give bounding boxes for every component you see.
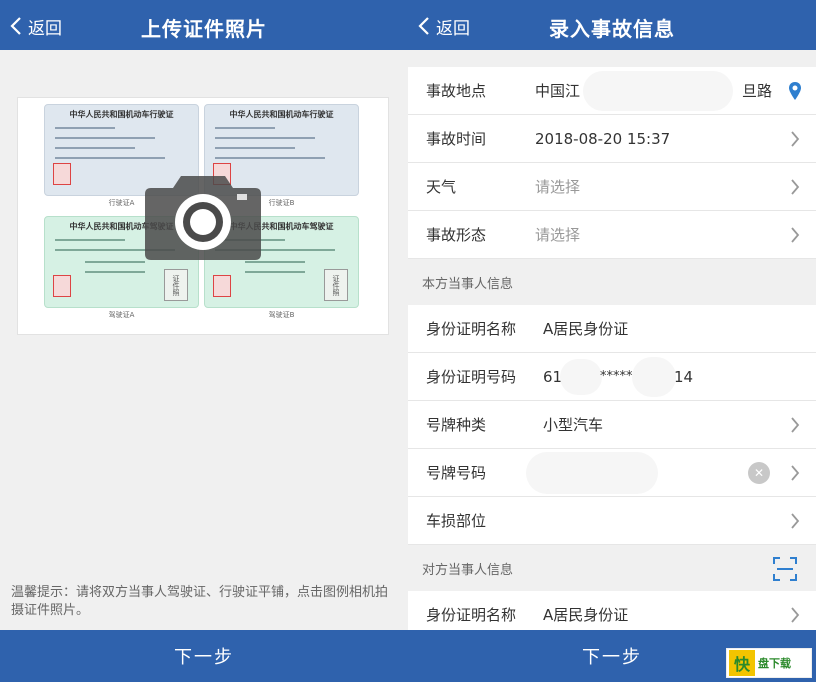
- logo-text: 盘下载: [758, 657, 791, 670]
- clear-icon[interactable]: ✕: [748, 462, 770, 484]
- row-own-plate-number[interactable]: 号牌号码 ✕: [408, 449, 816, 497]
- field-label: 事故时间: [426, 130, 487, 148]
- row-accident-type[interactable]: 事故形态 请选择: [408, 211, 816, 259]
- field-label: 号牌种类: [426, 416, 487, 434]
- row-accident-location[interactable]: 事故地点 中国江 旦路: [408, 67, 816, 115]
- camera-icon[interactable]: [143, 172, 263, 260]
- row-accident-time[interactable]: 事故时间 2018-08-20 15:37: [408, 115, 816, 163]
- weather-value: 请选择: [535, 178, 581, 196]
- scan-icon[interactable]: [772, 556, 798, 582]
- chevron-right-icon: [791, 465, 800, 481]
- chevron-right-icon: [791, 607, 800, 623]
- section-title: 对方当事人信息: [422, 562, 514, 578]
- field-label: 天气: [426, 178, 457, 196]
- field-label: 车损部位: [426, 512, 487, 530]
- row-own-id-number[interactable]: 身份证明号码 61 ***** 14: [408, 353, 816, 401]
- row-own-id-type[interactable]: 身份证明名称 A居民身份证: [408, 305, 816, 353]
- field-label: 身份证明名称: [426, 606, 517, 624]
- accident-info-screen: 返回 录入事故信息 事故地点 中国江 旦路 事故时间 2018-08-20 15…: [408, 0, 816, 682]
- row-own-plate-type[interactable]: 号牌种类 小型汽车: [408, 401, 816, 449]
- id-photo-placeholder: 证件照: [164, 269, 188, 301]
- location-pin-icon[interactable]: [788, 81, 802, 101]
- license-caption: 驾驶证B: [268, 311, 295, 319]
- id-type-value: A居民身份证: [543, 606, 629, 624]
- field-label: 事故形态: [426, 226, 487, 244]
- chevron-right-icon: [791, 179, 800, 195]
- license-caption: 驾驶证A: [108, 311, 135, 319]
- plate-type-value: 小型汽车: [543, 416, 604, 434]
- chevron-right-icon: [791, 417, 800, 433]
- chevron-right-icon: [791, 227, 800, 243]
- location-value-tail: 旦路: [742, 82, 773, 100]
- row-weather[interactable]: 天气 请选择: [408, 163, 816, 211]
- chevron-right-icon: [791, 131, 800, 147]
- id-number-mask: *****: [600, 369, 633, 384]
- row-own-damage-part[interactable]: 车损部位: [408, 497, 816, 545]
- seal-stamp: [53, 163, 71, 185]
- id-type-value: A居民身份证: [543, 320, 629, 338]
- form-list: 事故地点 中国江 旦路 事故时间 2018-08-20 15:37 天气 请选择…: [408, 67, 816, 639]
- time-value: 2018-08-20 15:37: [535, 129, 671, 148]
- page-title: 录入事故信息: [549, 17, 675, 41]
- id-number-tail: 14: [674, 367, 694, 386]
- logo-mark: 快: [729, 650, 755, 676]
- site-logo: 快 盘下载: [726, 648, 812, 678]
- chevron-right-icon: [791, 513, 800, 529]
- top-bar: 返回 录入事故信息: [408, 0, 816, 50]
- field-label: 身份证明号码: [426, 368, 517, 386]
- section-own-party: 本方当事人信息: [422, 276, 514, 292]
- license-title: 中华人民共和国机动车行驶证: [69, 110, 174, 119]
- field-label: 号牌号码: [426, 464, 487, 482]
- field-label: 事故地点: [426, 82, 487, 100]
- hint-text: 温馨提示：请将双方当事人驾驶证、行驶证平铺，点击图例相机拍摄证件照片。: [11, 585, 389, 618]
- license-title: 中华人民共和国机动车行驶证: [229, 110, 334, 119]
- top-bar: 返回 上传证件照片: [0, 0, 408, 50]
- section-other-party: 对方当事人信息: [408, 545, 816, 591]
- seal-stamp: [53, 275, 71, 297]
- redacted-blur: [583, 71, 733, 111]
- next-step-button[interactable]: 下一步: [0, 630, 408, 682]
- upload-screen: 返回 上传证件照片 中华人民共和国机动车行驶证 行驶证A 中华人民共和国机动车行…: [0, 0, 408, 682]
- accident-type-value: 请选择: [535, 226, 581, 244]
- location-value: 中国江: [535, 82, 581, 100]
- seal-stamp: [213, 275, 231, 297]
- page-title: 上传证件照片: [141, 17, 267, 41]
- redacted-blur: [560, 359, 602, 395]
- redacted-blur: [632, 357, 676, 397]
- field-label: 身份证明名称: [426, 320, 517, 338]
- id-photo-placeholder: 证件照: [324, 269, 348, 301]
- redacted-blur: [526, 452, 658, 494]
